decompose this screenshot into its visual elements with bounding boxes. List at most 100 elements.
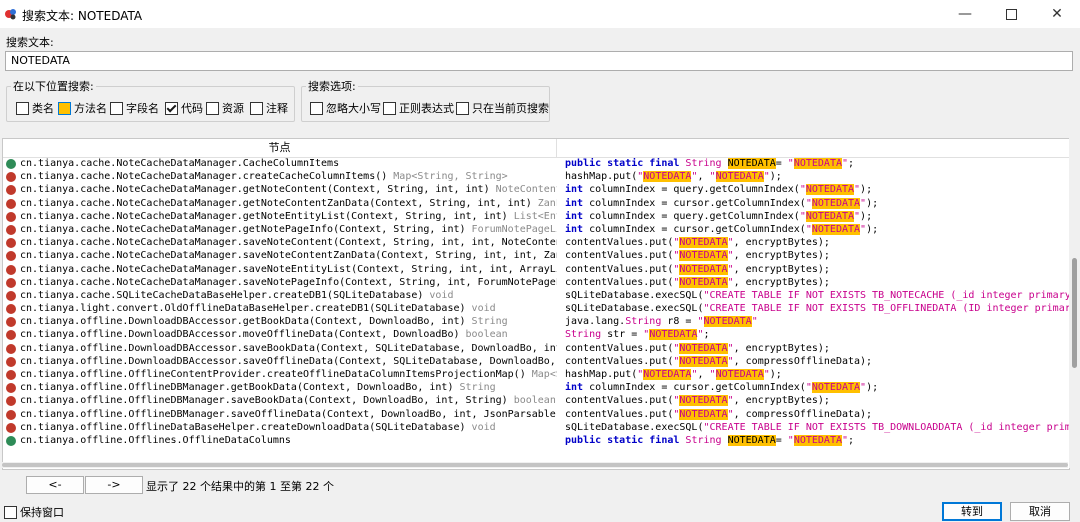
row-node: cn.tianya.cache.NoteCacheDataManager.get…	[20, 183, 557, 196]
prev-page-button[interactable]: <-	[26, 476, 84, 494]
checkbox-method-name[interactable]: 方法名	[58, 100, 107, 116]
table-row[interactable]: cn.tianya.cache.NoteCacheDataManager.sav…	[3, 236, 1069, 249]
table-row[interactable]: cn.tianya.offline.DownloadDBAccessor.get…	[3, 315, 1069, 328]
code-token: "	[787, 434, 794, 446]
row-node: cn.tianya.cache.NoteCacheDataManager.Cac…	[20, 157, 557, 170]
table-row[interactable]: cn.tianya.cache.SQLiteCacheDataBaseHelpe…	[3, 289, 1069, 302]
row-node: cn.tianya.offline.DownloadDBAccessor.get…	[20, 315, 557, 328]
close-button[interactable]: ✕	[1034, 0, 1080, 28]
row-node: cn.tianya.offline.DownloadDBAccessor.mov…	[20, 328, 557, 341]
return-type: ZanL	[537, 197, 557, 209]
field-icon	[6, 159, 16, 169]
code-token: , encryptBytes);	[733, 237, 830, 249]
row-code: int columnIndex = cursor.getColumnIndex(…	[565, 223, 1069, 236]
checkbox-box	[456, 101, 469, 115]
maximize-button[interactable]	[988, 0, 1034, 28]
node-path: cn.tianya.offline.OfflineDataBaseHelper.…	[20, 421, 466, 433]
vertical-scrollbar[interactable]	[1069, 138, 1080, 468]
code-token: int	[565, 184, 590, 196]
method-icon	[6, 396, 16, 407]
table-row[interactable]: cn.tianya.offline.OfflineDataBaseHelper.…	[3, 421, 1069, 434]
checkbox-code[interactable]: 代码	[165, 100, 203, 116]
code-token: ;	[703, 329, 710, 341]
table-row[interactable]: cn.tianya.offline.OfflineContentProvider…	[3, 368, 1069, 381]
code-token: , compressOfflineData);	[733, 408, 873, 420]
checkbox-box	[250, 101, 263, 115]
return-type: void	[465, 421, 496, 433]
table-row[interactable]: cn.tianya.cache.NoteCacheDataManager.get…	[3, 210, 1069, 223]
minimize-button[interactable]: —	[942, 0, 988, 28]
table-row[interactable]: cn.tianya.offline.DownloadDBAccessor.mov…	[3, 328, 1069, 341]
table-row[interactable]: cn.tianya.offline.OfflineDBManager.saveO…	[3, 408, 1069, 421]
table-row[interactable]: cn.tianya.cache.NoteCacheDataManager.sav…	[3, 276, 1069, 289]
checkbox-class-name[interactable]: 类名	[16, 100, 54, 116]
table-row[interactable]: cn.tianya.cache.NoteCacheDataManager.get…	[3, 183, 1069, 196]
code-token: String	[685, 158, 728, 169]
match-highlight: NOTEDATA	[793, 434, 842, 446]
code-token: contentValues.put(	[565, 395, 674, 407]
checkbox-comment[interactable]: 注释	[250, 100, 288, 116]
table-row[interactable]: cn.tianya.light.convert.OldOfflineDataBa…	[3, 302, 1069, 315]
table-row[interactable]: cn.tianya.cache.NoteCacheDataManager.sav…	[3, 249, 1069, 262]
match-highlight: NOTEDATA	[679, 408, 728, 420]
goto-button[interactable]: 转到	[942, 502, 1002, 521]
return-type: NoteContent	[489, 184, 557, 196]
code-token: "	[697, 316, 704, 328]
node-path: cn.tianya.cache.NoteCacheDataManager.get…	[20, 223, 466, 235]
method-icon	[6, 198, 16, 209]
code-token: =	[775, 158, 788, 169]
checkbox-box	[310, 101, 323, 115]
checkbox-regex[interactable]: 正则表达式	[383, 100, 454, 116]
code-token: );	[769, 171, 782, 183]
code-token: , encryptBytes);	[733, 395, 830, 407]
code-token: "	[751, 316, 758, 328]
table-row[interactable]: cn.tianya.cache.NoteCacheDataManager.get…	[3, 197, 1069, 210]
row-code: int columnIndex = query.getColumnIndex("…	[565, 183, 1069, 196]
match-highlight: NOTEDATA	[811, 197, 861, 209]
next-page-button[interactable]: ->	[85, 476, 143, 494]
table-row[interactable]: cn.tianya.offline.DownloadDBAccessor.sav…	[3, 342, 1069, 355]
node-path: cn.tianya.light.convert.OldOfflineDataBa…	[20, 303, 466, 315]
checkbox-field-name[interactable]: 字段名	[110, 100, 159, 116]
row-node: cn.tianya.cache.NoteCacheDataManager.sav…	[20, 263, 557, 276]
checkbox-current-page-only[interactable]: 只在当前页搜索	[456, 100, 549, 116]
table-row[interactable]: cn.tianya.offline.Offlines.OfflineDataCo…	[3, 434, 1069, 447]
row-node: cn.tianya.offline.Offlines.OfflineDataCo…	[20, 434, 557, 447]
table-row[interactable]: cn.tianya.cache.NoteCacheDataManager.cre…	[3, 170, 1069, 183]
table-row[interactable]: cn.tianya.cache.NoteCacheDataManager.sav…	[3, 263, 1069, 276]
return-type: String	[465, 316, 508, 328]
code-token: , encryptBytes);	[733, 342, 830, 354]
row-code: hashMap.put("NOTEDATA", "NOTEDATA");	[565, 170, 1069, 183]
table-row[interactable]: cn.tianya.offline.OfflineDBManager.getBo…	[3, 381, 1069, 394]
method-icon	[6, 422, 16, 433]
row-node: cn.tianya.cache.NoteCacheDataManager.cre…	[20, 170, 557, 183]
search-input[interactable]: NOTEDATA	[5, 51, 1073, 71]
results-table[interactable]: 节点 cn.tianya.cache.NoteCacheDataManager.…	[2, 138, 1070, 470]
method-icon	[6, 211, 16, 222]
node-path: cn.tianya.offline.Offlines.OfflineDataCo…	[20, 434, 291, 446]
code-token: ,	[697, 369, 710, 380]
column-header-node[interactable]: 节点	[3, 139, 557, 157]
scrollbar-thumb[interactable]	[1072, 258, 1077, 368]
method-icon	[6, 409, 16, 420]
table-row[interactable]: cn.tianya.offline.DownloadDBAccessor.sav…	[3, 355, 1069, 368]
cancel-button[interactable]: 取消	[1010, 502, 1070, 521]
code-token: "	[799, 184, 806, 196]
checkbox-ignore-case[interactable]: 忽略大小写	[310, 100, 381, 116]
code-token: contentValues.put(	[565, 342, 674, 354]
horizontal-scrollbar[interactable]	[2, 462, 1068, 468]
checkbox-keep-window[interactable]: 保持窗口	[4, 504, 64, 520]
code-token: "CREATE TABLE IF NOT EXISTS TB_DOWNLOADD…	[703, 421, 1069, 433]
match-highlight: NOTEDATA	[811, 382, 861, 394]
checkbox-box	[58, 101, 71, 115]
code-token: );	[866, 382, 879, 394]
return-type: Map<St	[531, 369, 557, 380]
window-title: 搜索文本: NOTEDATA	[22, 9, 143, 23]
scrollbar-thumb[interactable]	[2, 463, 1068, 467]
table-row[interactable]: cn.tianya.cache.NoteCacheDataManager.get…	[3, 223, 1069, 236]
checkbox-resource[interactable]: 资源	[206, 100, 244, 116]
return-type: void	[423, 289, 454, 301]
node-path: cn.tianya.offline.DownloadDBAccessor.get…	[20, 316, 466, 328]
table-row[interactable]: cn.tianya.cache.NoteCacheDataManager.Cac…	[3, 157, 1069, 170]
table-row[interactable]: cn.tianya.offline.OfflineDBManager.saveB…	[3, 394, 1069, 407]
